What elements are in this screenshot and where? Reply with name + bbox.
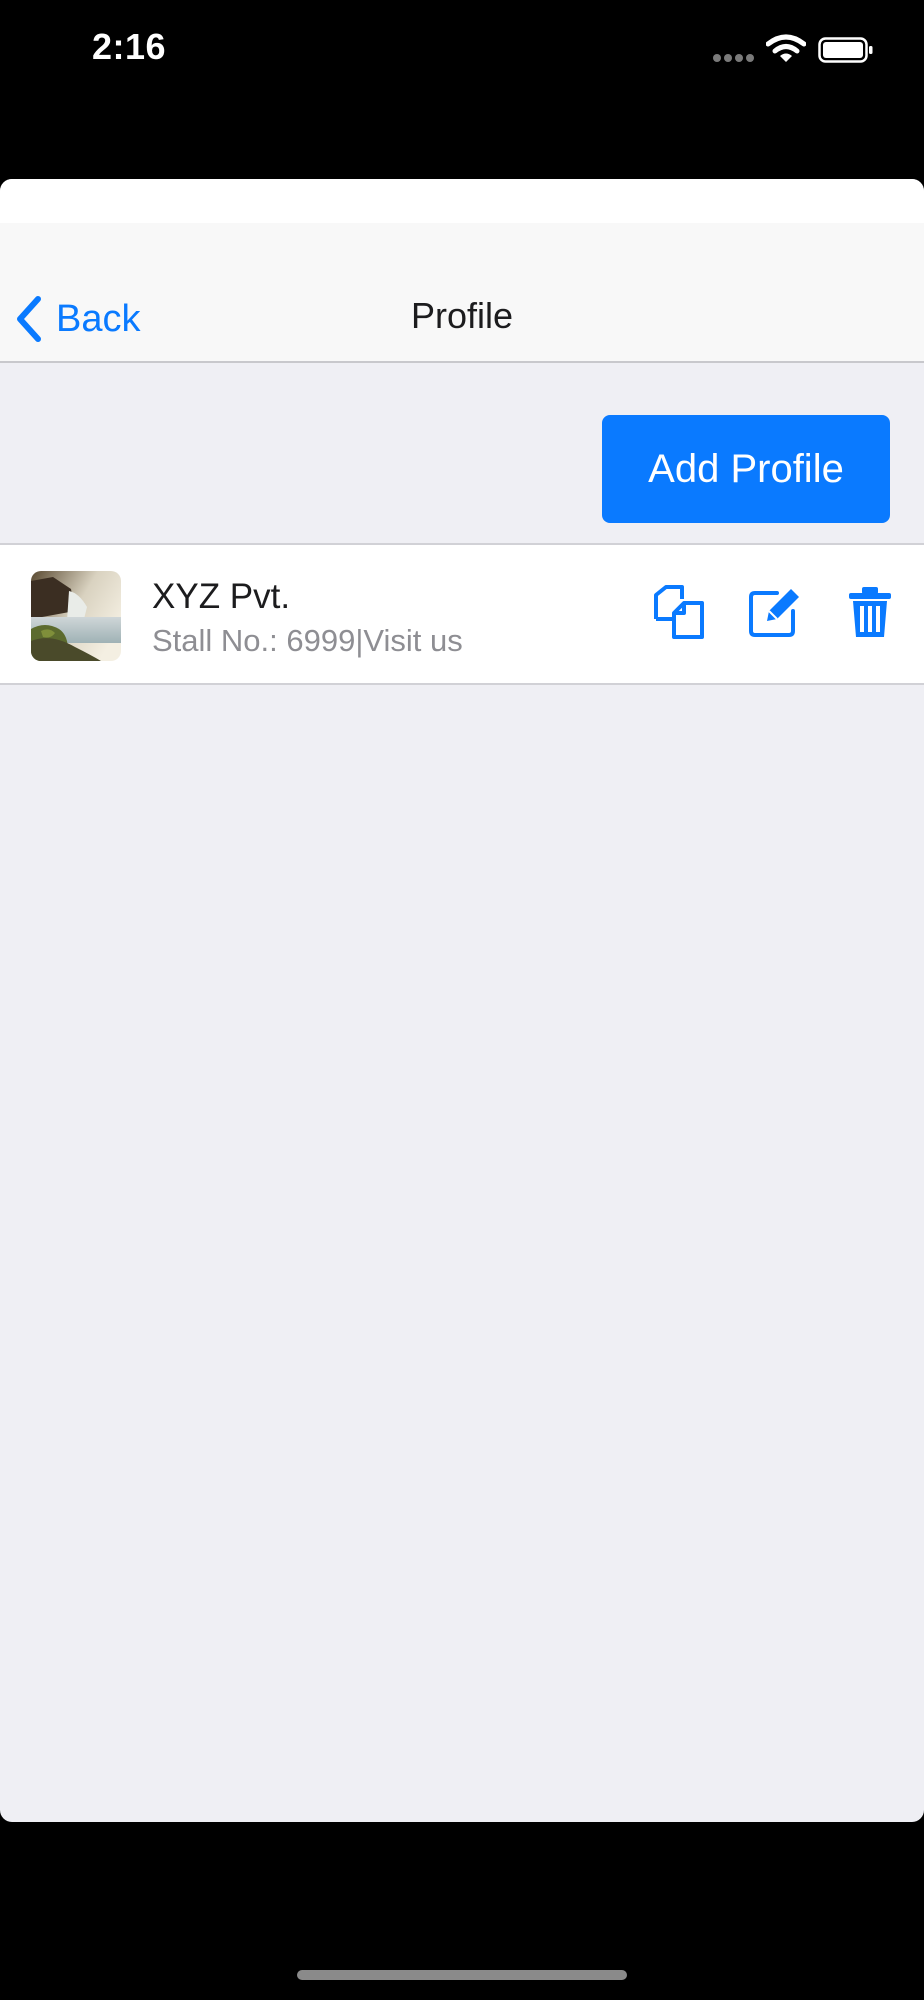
delete-icon[interactable]	[843, 585, 897, 639]
list-item[interactable]: XYZ Pvt. Stall No.: 6999|Visit us	[0, 545, 924, 683]
status-bar: 2:16	[0, 0, 924, 100]
sheet-grabber-area	[0, 179, 924, 223]
battery-icon	[818, 37, 873, 63]
add-profile-row: Add Profile	[0, 363, 924, 543]
home-indicator	[297, 1970, 627, 1980]
edit-icon[interactable]	[747, 585, 801, 639]
navigation-bar: Back Profile	[0, 223, 924, 363]
copy-icon[interactable]	[652, 585, 706, 639]
status-time: 2:16	[92, 26, 167, 67]
page-title: Profile	[410, 295, 514, 336]
profile-thumbnail	[31, 571, 121, 661]
add-profile-button[interactable]: Add Profile	[602, 415, 890, 523]
profile-name: XYZ Pvt.	[152, 577, 291, 616]
profile-subtitle: Stall No.: 6999|Visit us	[152, 623, 463, 658]
profile-list: XYZ Pvt. Stall No.: 6999|Visit us	[0, 543, 924, 685]
wifi-icon	[766, 34, 806, 62]
cellular-signal-icon	[713, 54, 757, 62]
profile-sheet: Back Profile Add Profile XYZ Pvt. Stall …	[0, 179, 924, 1822]
